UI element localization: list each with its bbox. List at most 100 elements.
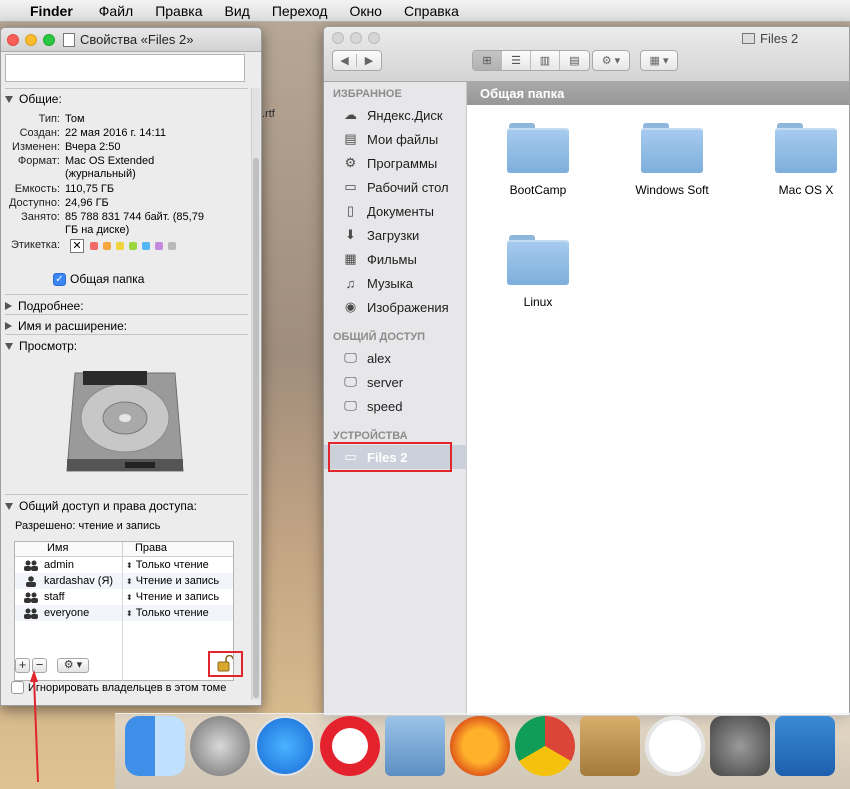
list-view-icon[interactable]: ☰ xyxy=(502,51,531,70)
user-name: everyone xyxy=(44,607,90,619)
scrollbar-thumb[interactable] xyxy=(253,158,259,698)
back-arrow-icon[interactable]: ◀ xyxy=(333,54,357,67)
launchpad-dock-icon[interactable] xyxy=(190,716,250,776)
sidebar-item-music[interactable]: ♫ Музыка xyxy=(324,271,467,295)
ignore-owners-checkbox[interactable]: Игнорировать владельцев в этом томе xyxy=(11,681,226,694)
rights-popup[interactable]: ⬍ Чтение и запись xyxy=(123,591,219,603)
rights-popup[interactable]: ⬍ Чтение и запись xyxy=(123,575,219,587)
section-preview[interactable]: Просмотр: xyxy=(5,339,77,353)
table-row[interactable]: kardashav (Я) ⬍ Чтение и запись xyxy=(15,573,233,589)
sidebar-item-alex[interactable]: 🖵 alex xyxy=(324,346,467,370)
disclosure-open-icon[interactable] xyxy=(5,502,13,510)
menu-file[interactable]: Файл xyxy=(99,3,133,19)
info-key: Емкость: xyxy=(14,183,60,195)
back-forward-buttons[interactable]: ◀ ▶ xyxy=(332,50,382,71)
sidebar-item-my-files[interactable]: ▤ Мои файлы xyxy=(324,127,467,151)
sidebar-item-speed[interactable]: 🖵 speed xyxy=(324,394,467,418)
zoom-button[interactable] xyxy=(368,32,380,44)
menu-window[interactable]: Окно xyxy=(349,3,382,19)
menu-go[interactable]: Переход xyxy=(272,3,328,19)
users-group-icon xyxy=(24,608,38,619)
mail-dock-icon[interactable] xyxy=(385,716,445,776)
section-label: Имя и расширение: xyxy=(18,319,128,333)
section-general[interactable]: Общие: xyxy=(5,92,62,106)
info-value: Том xyxy=(65,113,85,125)
desktop-file-label[interactable]: .rtf xyxy=(262,108,275,120)
sidebar-item-downloads[interactable]: ⬇ Загрузки xyxy=(324,223,467,247)
orange-label-swatch[interactable] xyxy=(103,242,111,250)
sidebar-item-desktop[interactable]: ▭ Рабочий стол xyxy=(324,175,467,199)
rights-popup[interactable]: ⬍ Только чтение xyxy=(123,559,209,571)
disclosure-open-icon[interactable] xyxy=(5,342,13,350)
action-gear-button[interactable]: ⚙ ▾ xyxy=(592,50,630,71)
zoom-button[interactable] xyxy=(43,33,55,46)
app-store-dock-icon[interactable] xyxy=(255,716,315,776)
sidebar-item-movies[interactable]: ▦ Фильмы xyxy=(324,247,467,271)
purple-label-swatch[interactable] xyxy=(155,242,163,250)
gear-menu-button[interactable]: ⚙ ▾ xyxy=(57,658,89,673)
folder-item[interactable]: Linux xyxy=(483,235,593,309)
gray-label-swatch[interactable] xyxy=(168,242,176,250)
folder-item[interactable]: Mac OS X xyxy=(751,123,849,197)
minimize-button[interactable] xyxy=(350,32,362,44)
disclosure-open-icon[interactable] xyxy=(5,95,13,103)
icon-view-icon[interactable]: ⊞ xyxy=(473,51,502,70)
disclosure-closed-icon[interactable] xyxy=(5,302,12,310)
highlight-box xyxy=(328,442,452,472)
close-button[interactable] xyxy=(7,33,19,46)
sidebar-item-documents[interactable]: ▯ Документы xyxy=(324,199,467,223)
yellow-label-swatch[interactable] xyxy=(116,242,124,250)
column-view-icon[interactable]: ▥ xyxy=(531,51,560,70)
checkmark-icon[interactable]: ✓ xyxy=(53,272,66,286)
menu-help[interactable]: Справка xyxy=(404,3,459,19)
section-sharing[interactable]: Общий доступ и права доступа: xyxy=(5,499,197,513)
itunes-dock-icon[interactable] xyxy=(645,716,705,776)
checkbox-box[interactable] xyxy=(11,681,24,694)
column-header-name[interactable]: Имя xyxy=(15,542,123,556)
contacts-dock-icon[interactable] xyxy=(580,716,640,776)
section-more-info[interactable]: Подробнее: xyxy=(5,299,84,313)
sidebar-item-pictures[interactable]: ◉ Изображения xyxy=(324,295,467,319)
word-dock-icon[interactable] xyxy=(775,716,835,776)
finder-dock-icon[interactable] xyxy=(125,716,185,776)
info-value: 85 788 831 744 байт. (85,79 xyxy=(65,211,204,223)
folder-item[interactable]: BootCamp xyxy=(483,123,593,197)
rights-popup[interactable]: ⬍ Только чтение xyxy=(123,607,209,619)
disclosure-closed-icon[interactable] xyxy=(5,322,12,330)
menu-edit[interactable]: Правка xyxy=(155,3,202,19)
chrome-dock-icon[interactable] xyxy=(515,716,575,776)
folder-item[interactable]: Windows Soft xyxy=(617,123,727,197)
no-label-button[interactable]: ✕ xyxy=(70,239,84,253)
comments-field[interactable] xyxy=(5,54,245,82)
scrollbar[interactable] xyxy=(251,88,260,700)
blue-label-swatch[interactable] xyxy=(142,242,150,250)
sidebar-item-yandex-disk[interactable]: ☁ Яндекс.Диск xyxy=(324,103,467,127)
system-preferences-dock-icon[interactable] xyxy=(710,716,770,776)
minimize-button[interactable] xyxy=(25,33,37,46)
view-mode-control[interactable]: ⊞ ☰ ▥ ▤ xyxy=(472,50,590,71)
red-label-swatch[interactable] xyxy=(90,242,98,250)
firefox-dock-icon[interactable] xyxy=(450,716,510,776)
sidebar-item-server[interactable]: 🖵 server xyxy=(324,370,467,394)
yandex-disk-icon: ☁ xyxy=(344,107,357,122)
finder-sidebar: ИЗБРАННОЕ ☁ Яндекс.Диск ▤ Мои файлы ⚙ Прогр… xyxy=(324,82,467,715)
forward-arrow-icon[interactable]: ▶ xyxy=(357,54,381,67)
menu-finder[interactable]: Finder xyxy=(30,3,73,19)
section-name-extension[interactable]: Имя и расширение: xyxy=(5,319,127,333)
hard-drive-icon xyxy=(66,371,184,472)
sidebar-item-applications[interactable]: ⚙ Программы xyxy=(324,151,467,175)
table-row[interactable]: staff ⬍ Чтение и запись xyxy=(15,589,233,605)
menu-view[interactable]: Вид xyxy=(225,3,250,19)
add-user-button[interactable]: + xyxy=(15,658,30,673)
coverflow-view-icon[interactable]: ▤ xyxy=(560,51,589,70)
divider xyxy=(5,88,248,89)
arrange-button[interactable]: ▦ ▾ xyxy=(640,50,678,71)
opera-dock-icon[interactable] xyxy=(320,716,380,776)
green-label-swatch[interactable] xyxy=(129,242,137,250)
table-row[interactable]: everyone ⬍ Только чтение xyxy=(15,605,233,621)
shared-folder-checkbox[interactable]: ✓ Общая папка xyxy=(53,272,144,286)
close-button[interactable] xyxy=(332,32,344,44)
table-row[interactable]: admin ⬍ Только чтение xyxy=(15,557,233,573)
column-header-rights[interactable]: Права xyxy=(123,542,167,556)
lock-open-icon[interactable] xyxy=(217,655,233,672)
